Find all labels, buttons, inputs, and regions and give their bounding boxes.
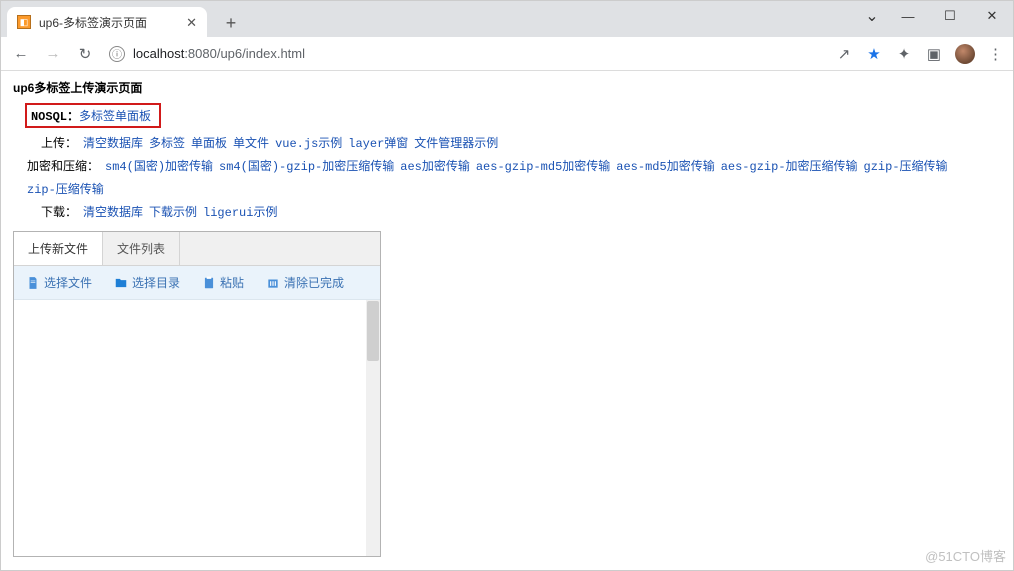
address-bar[interactable]: localhost:8080/up6/index.html [133,46,827,61]
upload-panel: 上传新文件 文件列表 选择文件 选择目录 粘贴 [13,231,381,557]
download-row: 下载： 清空数据库 下载示例 ligerui示例 [27,200,1001,223]
link-upload-single[interactable]: 单面板 [191,134,227,151]
minimize-button[interactable]: — [887,1,929,31]
folder-icon [114,276,128,290]
link-enc-aesgzipmd5[interactable]: aes-gzip-md5加密传输 [476,157,610,174]
link-upload-vue[interactable]: vue.js示例 [275,134,342,151]
window-controls: ⌄ — ☐ ✕ [857,1,1013,31]
browser-tabstrip: ◧ up6-多标签演示页面 ✕ + ⌄ — ☐ ✕ [1,1,1013,37]
close-window-button[interactable]: ✕ [971,1,1013,31]
paste-button[interactable]: 粘贴 [202,274,244,291]
tab-upload-new[interactable]: 上传新文件 [14,232,103,265]
tab-file-list[interactable]: 文件列表 [103,232,180,265]
clear-label: 清除已完成 [284,274,344,291]
select-dir-button[interactable]: 选择目录 [114,274,180,291]
site-info-icon[interactable]: ⓘ [109,46,125,62]
scrollbar-vertical[interactable] [366,300,380,556]
paste-label: 粘贴 [220,274,244,291]
file-drop-area[interactable] [14,300,380,556]
select-file-button[interactable]: 选择文件 [26,274,92,291]
back-button[interactable]: ← [9,42,33,66]
url-host: localhost [133,46,184,61]
link-dl-cleardb[interactable]: 清空数据库 [83,203,143,220]
select-file-label: 选择文件 [44,274,92,291]
link-upload-multi[interactable]: 多标签 [149,134,185,151]
extensions-icon[interactable]: ✦ [895,45,913,63]
download-label: 下载： [27,203,77,220]
close-tab-icon[interactable]: ✕ [186,16,197,29]
tab-title: up6-多标签演示页面 [39,14,178,31]
profile-avatar[interactable] [955,44,975,64]
nosql-highlight-box: NOSQL： 多标签 单面板 [25,103,161,128]
link-enc-gzip[interactable]: gzip-压缩传输 [864,157,948,174]
encrypt-row: 加密和压缩： sm4(国密)加密传输 sm4(国密)-gzip-加密压缩传输 a… [27,154,1001,200]
link-dl-ligerui[interactable]: ligerui示例 [203,203,277,220]
reload-button[interactable]: ↻ [73,42,97,66]
browser-tab-active[interactable]: ◧ up6-多标签演示页面 ✕ [7,7,207,37]
link-upload-layer[interactable]: layer弹窗 [348,134,408,151]
side-panel-icon[interactable]: ▣ [925,45,943,63]
link-upload-singlefile[interactable]: 单文件 [233,134,269,151]
watermark: @51CTO博客 [925,546,1006,565]
link-nosql-multi[interactable]: 多标签 [79,107,115,124]
link-dl-example[interactable]: 下载示例 [149,203,197,220]
nosql-row: NOSQL： 多标签 单面板 [13,100,1001,131]
bookmark-star-icon[interactable]: ★ [865,45,883,63]
link-enc-aes[interactable]: aes加密传输 [400,157,470,174]
new-tab-button[interactable]: + [217,9,245,37]
clear-done-button[interactable]: 清除已完成 [266,274,344,291]
select-dir-label: 选择目录 [132,274,180,291]
maximize-button[interactable]: ☐ [929,1,971,31]
link-upload-filemgr[interactable]: 文件管理器示例 [414,134,498,151]
clear-icon [266,276,280,290]
url-path: :8080/up6/index.html [184,46,305,61]
upload-row: 上传： 清空数据库 多标签 单面板 单文件 vue.js示例 layer弹窗 文… [27,131,1001,154]
link-nosql-single[interactable]: 单面板 [115,107,151,124]
link-enc-aesmd5[interactable]: aes-md5加密传输 [616,157,714,174]
link-upload-cleardb[interactable]: 清空数据库 [83,134,143,151]
browser-toolbar: ← → ↻ ⓘ localhost:8080/up6/index.html ↗ … [1,37,1013,71]
favicon-icon: ◧ [17,15,31,29]
page-content: up6多标签上传演示页面 NOSQL： 多标签 单面板 上传： 清空数据库 多标… [1,71,1013,565]
menu-kebab-icon[interactable]: ⋮ [987,45,1005,63]
link-enc-sm4[interactable]: sm4(国密)加密传输 [105,157,213,174]
file-icon [26,276,40,290]
nosql-label: NOSQL： [29,107,79,124]
scrollbar-thumb[interactable] [367,301,379,361]
forward-button[interactable]: → [41,42,65,66]
share-icon[interactable]: ↗ [835,45,853,63]
link-enc-zip[interactable]: zip-压缩传输 [27,180,104,197]
toolbar-right: ↗ ★ ✦ ▣ ⋮ [835,44,1005,64]
upload-label: 上传： [27,134,77,151]
encrypt-label: 加密和压缩： [27,157,99,174]
link-enc-sm4gzip[interactable]: sm4(国密)-gzip-加密压缩传输 [219,157,394,174]
tabs-dropdown-icon[interactable]: ⌄ [857,1,887,31]
clipboard-icon [202,276,216,290]
panel-tabs: 上传新文件 文件列表 [14,232,380,266]
page-title: up6多标签上传演示页面 [13,79,1001,96]
link-enc-aesgzip[interactable]: aes-gzip-加密压缩传输 [721,157,858,174]
actions-bar: 选择文件 选择目录 粘贴 清除已完成 [14,266,380,300]
